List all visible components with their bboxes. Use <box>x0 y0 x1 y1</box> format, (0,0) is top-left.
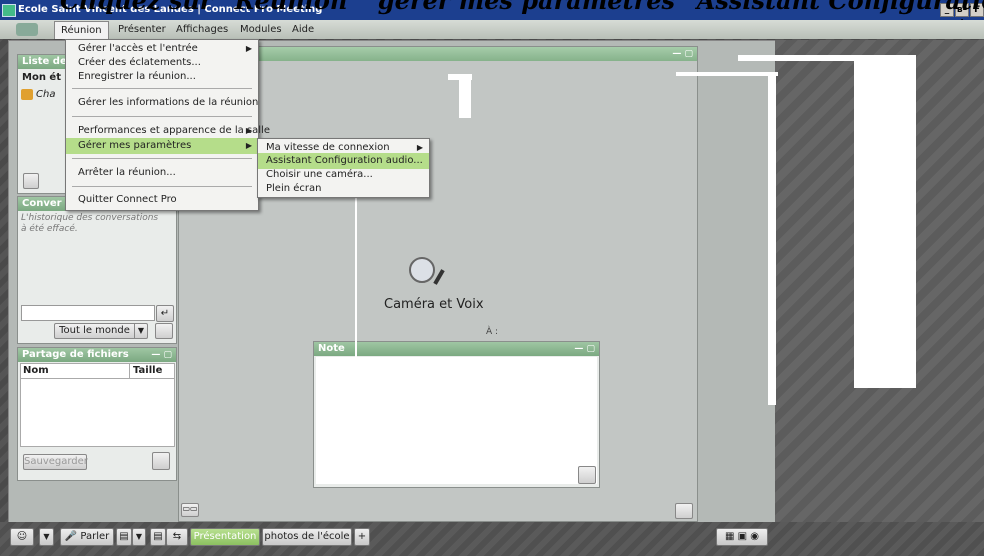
chat-input[interactable] <box>21 305 155 321</box>
layout-dropdown-icon[interactable]: ▼ <box>132 528 146 546</box>
camera-settings-icon[interactable]: ▭▭ <box>181 503 199 517</box>
annotation-mark <box>854 55 916 388</box>
status-dropdown-icon[interactable]: ▼ <box>39 528 54 546</box>
connect-logo-icon <box>16 23 38 36</box>
menu-separator <box>72 186 252 187</box>
bottom-toolbar: ☺ ▼ 🎤 Parler ▤ ▼ ▤ ⇆ Présentation photos… <box>0 522 984 556</box>
tab-photos[interactable]: photos de l'école <box>262 528 352 546</box>
attendee-name[interactable]: Cha <box>36 89 55 100</box>
submenu-arrow-icon: ▶ <box>245 126 252 135</box>
recipient-select[interactable]: Tout le monde ▼ <box>54 323 148 339</box>
annotation-line <box>355 192 357 362</box>
send-icon[interactable]: ↵ <box>156 305 174 322</box>
column-header-size[interactable]: Taille <box>133 365 162 376</box>
menu-affichages[interactable]: Affichages <box>176 24 228 35</box>
note-pod: Note — ▢ <box>313 341 600 488</box>
menu-bar: Réunion Présenter Affichages Modules Aid… <box>0 20 984 39</box>
column-header-name[interactable]: Nom <box>23 365 49 376</box>
status-icon[interactable]: ☺ <box>10 528 34 546</box>
files-options-icon[interactable] <box>152 452 170 470</box>
column-divider <box>129 364 130 378</box>
parametres-submenu: Ma vitesse de connexion ▶ Assistant Confi… <box>257 138 430 198</box>
layout-icon-2[interactable]: ▤ <box>150 528 166 546</box>
menu-separator <box>72 88 252 89</box>
menu-item-label: Ma vitesse de connexion <box>266 142 390 153</box>
annotation-mark <box>448 74 472 80</box>
menu-item-quitter[interactable]: Quitter Connect Pro <box>66 192 258 208</box>
webcam-icon <box>409 257 435 283</box>
menu-item-enregistrer[interactable]: Enregistrer la réunion... <box>66 69 258 85</box>
menu-item-arreter[interactable]: Arrêter la réunion... <box>66 165 258 181</box>
menu-aide[interactable]: Aide <box>292 24 314 35</box>
menu-item-label: Gérer l'accès et l'entrée <box>78 43 198 54</box>
menu-separator <box>72 116 252 117</box>
menu-reunion[interactable]: Réunion <box>54 21 109 39</box>
speak-button[interactable]: 🎤 Parler <box>60 528 114 546</box>
note-options-icon[interactable] <box>578 466 596 484</box>
attendee-options-button[interactable] <box>23 173 39 189</box>
note-title: Note <box>318 343 345 354</box>
share-icon[interactable]: ⇆ <box>166 528 188 546</box>
menu-item-performances[interactable]: Performances et apparence de la salle ▶ <box>66 123 270 139</box>
chat-pod: Conver L'historique des conversations à … <box>17 196 177 344</box>
camera-options-icon[interactable] <box>675 503 693 519</box>
menu-modules[interactable]: Modules <box>240 24 282 35</box>
tab-presentation[interactable]: Présentation <box>190 528 260 546</box>
user-icon <box>21 89 33 100</box>
file-share-title: Partage de fichiers — ▢ <box>18 348 176 362</box>
chat-history-text: L'historique des conversations à été eff… <box>21 213 159 234</box>
microphone-icon <box>433 269 445 285</box>
header-divider <box>21 378 174 379</box>
reunion-menu: Gérer l'accès et l'entrée ▶ Créer des écl… <box>65 39 270 211</box>
menu-item-gerer-infos[interactable]: Gérer les informations de la réunion <box>66 95 258 111</box>
pod-minimize-icon[interactable]: — ▢ <box>672 47 693 61</box>
instruction-caption: Cliquez sur “Réunion” ‘gérer mes paramèt… <box>60 0 984 15</box>
annotation-mark <box>459 78 471 118</box>
file-table: Nom Taille <box>20 363 175 447</box>
chat-options-icon[interactable] <box>155 323 173 339</box>
pod-minimize-icon[interactable]: — ▢ <box>574 342 595 356</box>
chevron-down-icon: ▼ <box>134 324 147 338</box>
recipient-label: Tout le monde <box>59 325 130 336</box>
annotation-mark <box>676 72 778 76</box>
file-share-pod: Partage de fichiers — ▢ Nom Taille Sauveg… <box>17 347 177 481</box>
speak-label: Parler <box>80 531 110 542</box>
to-label: À : <box>486 327 499 337</box>
menu-presenter[interactable]: Présenter <box>118 24 166 35</box>
file-share-title-text: Partage de fichiers <box>22 349 129 360</box>
layout-icon[interactable]: ▤ <box>116 528 132 546</box>
save-button[interactable]: Sauvegarder <box>23 454 88 470</box>
view-controls[interactable]: ▦ ▣ ◉ <box>716 528 768 546</box>
menu-item-label: Gérer mes paramètres <box>78 140 192 151</box>
menu-item-gerer-parametres[interactable]: Gérer mes paramètres ▶ <box>66 138 258 154</box>
camera-voice-label: Caméra et Voix <box>384 297 484 312</box>
app-icon <box>2 4 16 17</box>
annotation-mark <box>768 72 776 405</box>
menu-separator <box>72 158 252 159</box>
microphone-icon: 🎤 <box>64 531 78 542</box>
note-textarea[interactable] <box>316 357 597 484</box>
menu-item-plein-ecran[interactable]: Plein écran <box>258 181 429 197</box>
submenu-arrow-icon: ▶ <box>245 141 252 150</box>
attendee-status-header: Mon ét <box>22 72 61 83</box>
add-layout-button[interactable]: + <box>354 528 370 546</box>
pod-minimize-icon[interactable]: — ▢ <box>151 348 172 362</box>
menu-item-label: Performances et apparence de la salle <box>78 125 270 136</box>
